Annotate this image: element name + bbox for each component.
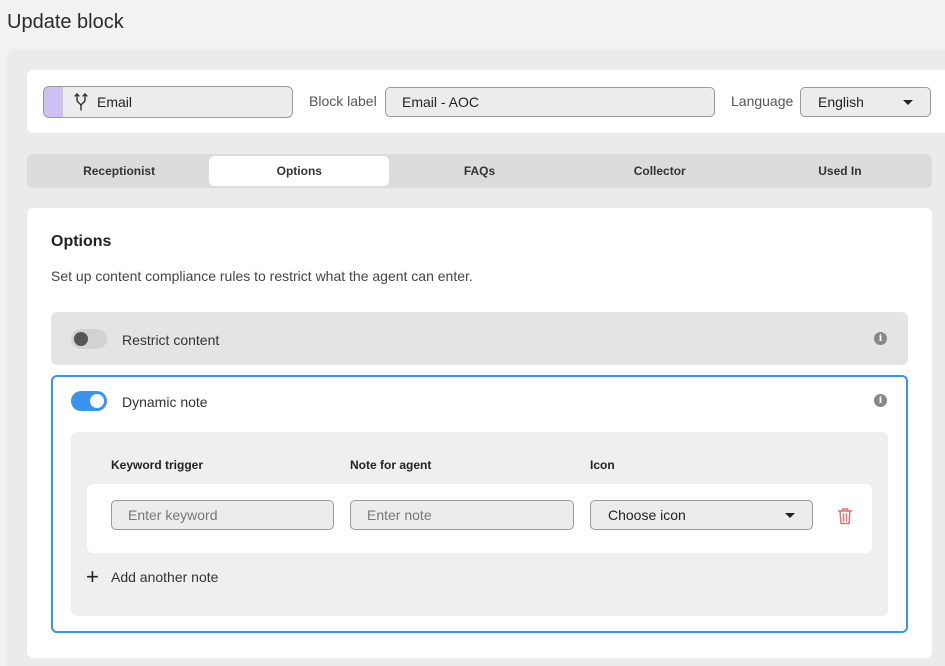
block-label-input[interactable]: Email - AOC [385,87,715,117]
tab-receptionist[interactable]: Receptionist [29,156,209,186]
chevron-down-icon [903,99,913,105]
dynamic-note-toggle[interactable] [71,391,107,411]
plus-icon: + [86,564,99,589]
tab-used-in[interactable]: Used In [750,156,930,186]
info-icon[interactable]: i [874,332,887,345]
note-input[interactable] [350,500,574,530]
add-note-button[interactable]: + Add another note [86,564,219,589]
page-title: Update block [7,11,124,33]
block-type-label: Email [97,94,133,110]
language-caption: Language [731,93,794,109]
language-select[interactable]: English [800,87,931,117]
icon-select-value: Choose icon [608,507,686,523]
restrict-content-toggle[interactable] [71,329,107,349]
icon-select[interactable]: Choose icon [590,500,813,530]
chevron-down-icon [785,512,795,518]
restrict-content-label: Restrict content [122,332,220,348]
tab-collector[interactable]: Collector [570,156,750,186]
options-title: Options [51,233,112,250]
block-label-caption: Block label [309,93,377,109]
block-type-accent [44,87,63,117]
options-description: Set up content compliance rules to restr… [51,268,473,284]
add-note-label: Add another note [111,569,219,585]
icon-header: Icon [590,458,615,472]
tab-bar: Receptionist Options FAQs Collector Used… [27,154,932,188]
info-icon[interactable]: i [874,394,887,407]
keyword-trigger-header: Keyword trigger [111,458,204,472]
fork-icon [68,87,94,117]
dynamic-note-label: Dynamic note [122,394,208,410]
toggle-knob [90,394,104,408]
tab-options[interactable]: Options [209,156,390,186]
note-for-agent-header: Note for agent [350,458,432,472]
language-value: English [818,94,864,110]
keyword-input[interactable] [111,500,334,530]
block-type-field: Email [43,86,293,118]
tab-faqs[interactable]: FAQs [389,156,569,186]
trash-icon[interactable] [837,507,853,525]
toggle-knob [74,332,88,346]
